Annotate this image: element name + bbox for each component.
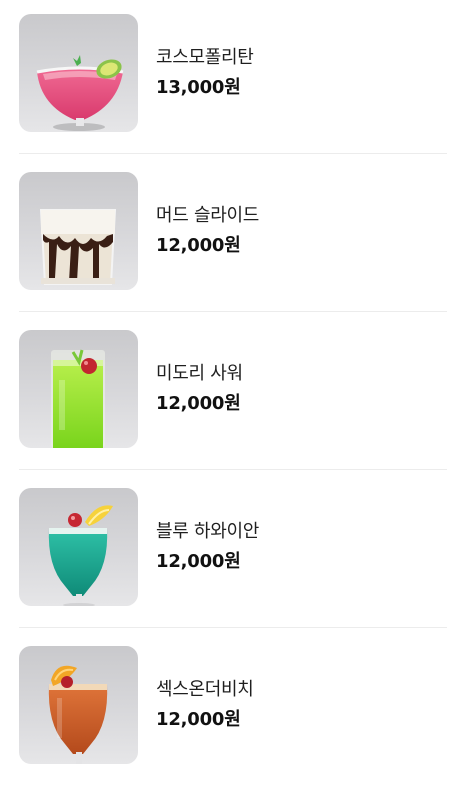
menu-item-cosmopolitan[interactable]: 코스모폴리탄 13,000원 [0, 0, 466, 158]
divider [19, 311, 447, 312]
menu-item-mudslide[interactable]: 머드 슬라이드 12,000원 [0, 158, 466, 316]
divider [19, 627, 447, 628]
menu-list: 코스모폴리탄 13,000원 머드 슬라이드 12,000원 미도리 사워 12… [0, 0, 466, 777]
menu-item-name: 코스모폴리탄 [156, 47, 254, 68]
menu-item-name: 미도리 사워 [156, 363, 243, 384]
menu-item-name: 블루 하와이안 [156, 521, 259, 542]
menu-item-price: 12,000원 [156, 235, 241, 256]
menu-item-name: 머드 슬라이드 [156, 205, 259, 226]
menu-item-name: 섹스온더비치 [156, 679, 254, 700]
mudslide-drink-photo [19, 172, 138, 290]
sex-on-the-beach-drink-photo [19, 646, 138, 764]
menu-item-price: 13,000원 [156, 77, 241, 98]
midori-sour-drink-photo [19, 330, 138, 448]
menu-item-price: 12,000원 [156, 709, 241, 730]
cosmopolitan-drink-photo [19, 14, 138, 132]
menu-item-sex-on-the-beach[interactable]: 섹스온더비치 12,000원 [0, 632, 466, 790]
divider [19, 153, 447, 154]
menu-item-blue-hawaiian[interactable]: 블루 하와이안 12,000원 [0, 474, 466, 632]
menu-item-price: 12,000원 [156, 551, 241, 572]
menu-item-price: 12,000원 [156, 393, 241, 414]
divider [19, 469, 447, 470]
menu-item-midori-sour[interactable]: 미도리 사워 12,000원 [0, 316, 466, 474]
blue-hawaiian-drink-photo [19, 488, 138, 606]
